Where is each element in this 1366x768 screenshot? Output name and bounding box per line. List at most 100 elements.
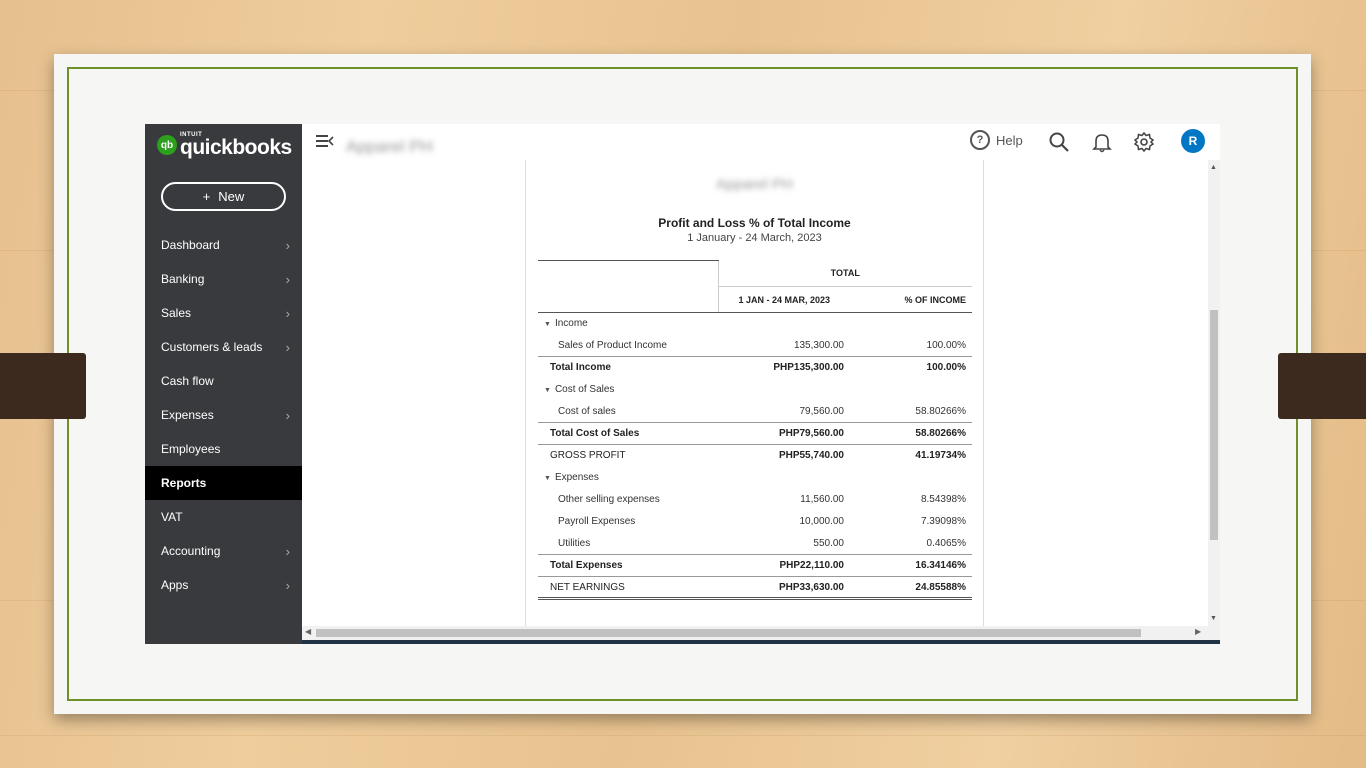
row-amount[interactable]: PHP55,740.00	[718, 444, 850, 467]
header-period[interactable]: 1 JAN - 24 MAR, 2023	[717, 286, 850, 313]
scroll-left-icon[interactable]: ◀	[305, 627, 311, 636]
row-label: Income	[554, 318, 588, 330]
sidebar-item-label: Apps	[161, 578, 189, 592]
scroll-up-icon[interactable]: ▲	[1210, 164, 1217, 171]
row-amount[interactable]: 79,560.00	[718, 401, 850, 423]
row-label: Total Cost of Sales	[550, 428, 640, 439]
search-icon[interactable]	[1048, 131, 1070, 153]
new-button-label: New	[218, 189, 245, 204]
sidebar-item-apps[interactable]: Apps ›	[145, 568, 302, 602]
report-row-section: ▼ Income	[538, 313, 972, 335]
report-page: Apparel PH Profit and Loss % of Total In…	[525, 160, 984, 626]
plus-icon: +	[202, 189, 211, 204]
chevron-right-icon: ›	[285, 305, 290, 321]
sidebar-item-label: VAT	[161, 510, 183, 524]
sidebar-item-label: Customers & leads	[161, 340, 263, 354]
row-label: Payroll Expenses	[558, 516, 636, 527]
sidebar-item-label: Sales	[161, 306, 192, 320]
row-percent: 8.54398%	[920, 494, 966, 505]
sidebar-item-customers-leads[interactable]: Customers & leads ›	[145, 330, 302, 364]
sidebar-item-label: Accounting	[161, 544, 221, 558]
scroll-right-icon[interactable]: ▶	[1195, 627, 1201, 636]
sidebar-item-dashboard[interactable]: Dashboard ›	[145, 228, 302, 262]
qb-logo-icon: qb	[157, 135, 177, 155]
collapse-caret-icon[interactable]: ▼	[544, 387, 551, 394]
quickbooks-logo[interactable]: qb intuit quickbooks	[157, 132, 292, 158]
row-percent: 24.85588%	[850, 576, 972, 600]
gear-icon[interactable]	[1133, 131, 1155, 153]
taskbar-strip	[302, 640, 1220, 644]
row-percent: 100.00%	[926, 339, 966, 351]
sidebar-item-label: Expenses	[161, 408, 214, 422]
collapse-menu-icon[interactable]	[316, 133, 334, 154]
vertical-scroll-thumb[interactable]	[1210, 310, 1218, 540]
collapse-caret-icon[interactable]: ▼	[544, 321, 551, 328]
report-row-line[interactable]: Cost of sales 79,560.00 58.80266%	[538, 401, 972, 423]
row-label: Cost of Sales	[554, 384, 615, 395]
sidebar-nav: Dashboard › Banking › Sales › Customers & lead…	[145, 228, 302, 602]
sidebar-item-reports[interactable]: Reports	[145, 466, 302, 500]
scroll-down-icon[interactable]: ▼	[1210, 615, 1217, 622]
sidebar-item-label: Dashboard	[161, 238, 220, 252]
row-amount[interactable]: 550.00	[718, 533, 850, 555]
row-amount[interactable]: 11,560.00	[718, 489, 850, 511]
row-percent: 41.19734%	[850, 444, 972, 467]
row-amount[interactable]: PHP22,110.00	[718, 554, 850, 577]
wood-grain	[0, 735, 1366, 736]
chevron-right-icon: ›	[285, 543, 290, 559]
sidebar-item-label: Employees	[161, 442, 221, 456]
report-row-line[interactable]: Other selling expenses 11,560.00 8.54398%	[538, 489, 972, 511]
company-name: Apparel PH	[346, 137, 433, 156]
new-button[interactable]: + New	[161, 182, 286, 211]
report-row-line[interactable]: Sales of Product Income 135,300.00 100.00%	[538, 335, 972, 357]
row-amount	[718, 313, 850, 335]
help-button[interactable]: ? Help	[970, 130, 1023, 150]
report-row-section: ▼ Cost of Sales	[538, 379, 972, 401]
header-spacer	[538, 260, 718, 287]
sidebar-item-banking[interactable]: Banking ›	[145, 262, 302, 296]
sidebar-item-employees[interactable]: Employees	[145, 432, 302, 466]
report-row-line[interactable]: Utilities 550.00 0.4065%	[538, 533, 972, 555]
row-amount[interactable]: PHP33,630.00	[718, 576, 850, 600]
chevron-right-icon: ›	[285, 407, 290, 423]
row-percent	[850, 467, 972, 489]
collapse-caret-icon[interactable]: ▼	[544, 475, 551, 482]
sidebar-item-sales[interactable]: Sales ›	[145, 296, 302, 330]
vertical-scrollbar[interactable]: ▲ ▼	[1208, 160, 1220, 626]
report-row-line[interactable]: Payroll Expenses 10,000.00 7.39098%	[538, 511, 972, 533]
sidebar-item-vat[interactable]: VAT	[145, 500, 302, 534]
sidebar-item-accounting[interactable]: Accounting ›	[145, 534, 302, 568]
sidebar-item-cash-flow[interactable]: Cash flow	[145, 364, 302, 398]
report-row-net: NET EARNINGS PHP33,630.00 24.85588%	[538, 576, 972, 600]
row-amount[interactable]: PHP135,300.00	[718, 356, 850, 379]
row-label: Other selling expenses	[558, 494, 660, 505]
report-row-total: Total Expenses PHP22,110.00 16.34146%	[538, 554, 972, 577]
row-amount[interactable]: 10,000.00	[718, 511, 850, 533]
header-total: TOTAL	[717, 260, 972, 287]
report-title: Profit and Loss % of Total Income	[658, 216, 851, 230]
row-label: Utilities	[558, 537, 591, 549]
sidebar-item-expenses[interactable]: Expenses ›	[145, 398, 302, 432]
row-percent: 0.4065%	[926, 537, 966, 549]
decorative-strap-left	[0, 353, 86, 419]
logo-text: intuit quickbooks	[180, 132, 292, 158]
user-avatar[interactable]: R	[1181, 129, 1205, 153]
report-viewport: Apparel PH Profit and Loss % of Total In…	[302, 160, 1208, 626]
row-percent: 16.34146%	[850, 554, 972, 577]
header-percent-income[interactable]: % OF INCOME	[850, 286, 972, 313]
row-percent: 58.80266%	[915, 405, 966, 417]
chevron-right-icon: ›	[285, 271, 290, 287]
sidebar-item-label: Cash flow	[161, 374, 214, 388]
horizontal-scrollbar[interactable]: ◀ ▶	[302, 626, 1220, 640]
bell-icon[interactable]	[1091, 131, 1113, 153]
report-row-total: Total Income PHP135,300.00 100.00%	[538, 356, 972, 379]
decorative-strap-right	[1278, 353, 1366, 419]
horizontal-scroll-thumb[interactable]	[316, 629, 1141, 637]
row-label: Total Income	[550, 362, 611, 374]
row-percent	[850, 313, 972, 335]
row-amount[interactable]: PHP79,560.00	[718, 422, 850, 445]
row-amount	[718, 467, 850, 489]
row-percent: 7.39098%	[920, 516, 966, 527]
help-icon: ?	[970, 130, 990, 150]
row-amount[interactable]: 135,300.00	[718, 335, 850, 357]
